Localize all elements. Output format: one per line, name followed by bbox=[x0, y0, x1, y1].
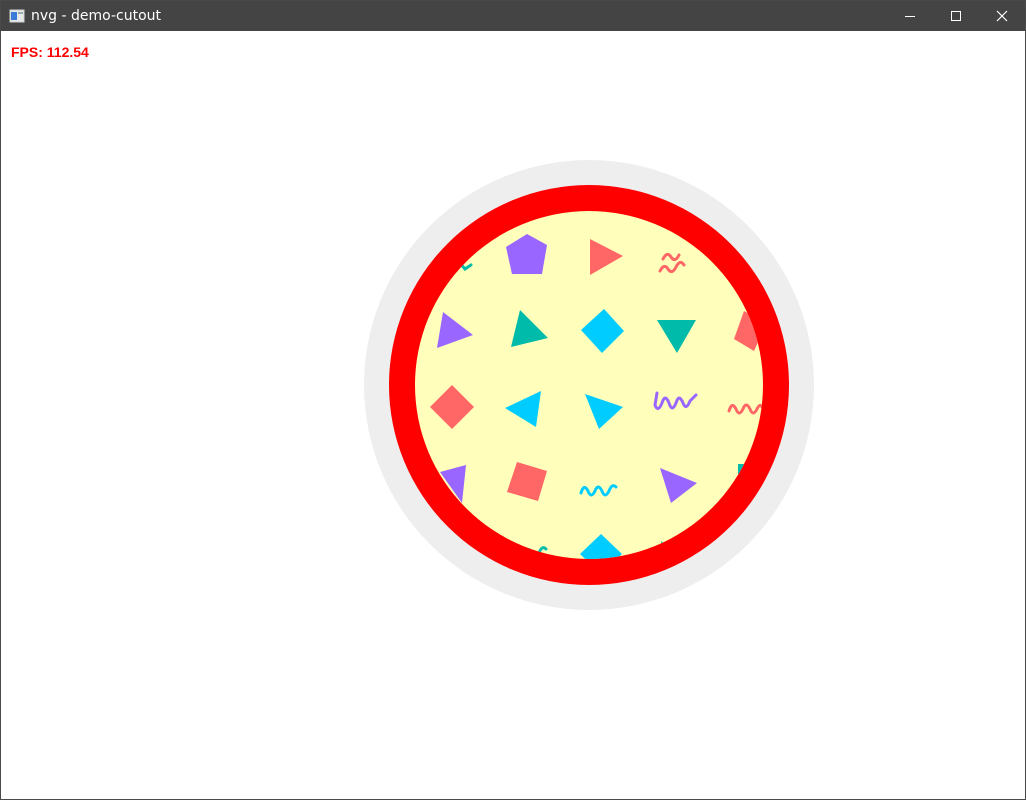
inner-disc bbox=[415, 211, 763, 559]
minimize-button[interactable] bbox=[887, 1, 933, 31]
window-title: nvg - demo-cutout bbox=[31, 8, 161, 24]
window-controls bbox=[887, 1, 1025, 31]
close-icon bbox=[996, 10, 1008, 22]
app-icon bbox=[9, 9, 25, 23]
close-button[interactable] bbox=[979, 1, 1025, 31]
minimize-icon bbox=[905, 16, 915, 17]
maximize-button[interactable] bbox=[933, 1, 979, 31]
title-bar[interactable]: nvg - demo-cutout bbox=[1, 1, 1025, 31]
maximize-icon bbox=[951, 11, 961, 21]
app-window: nvg - demo-cutout FPS: 112.54 bbox=[0, 0, 1026, 800]
render-canvas[interactable]: FPS: 112.54 bbox=[1, 31, 1025, 799]
cutout-scene bbox=[364, 160, 814, 610]
